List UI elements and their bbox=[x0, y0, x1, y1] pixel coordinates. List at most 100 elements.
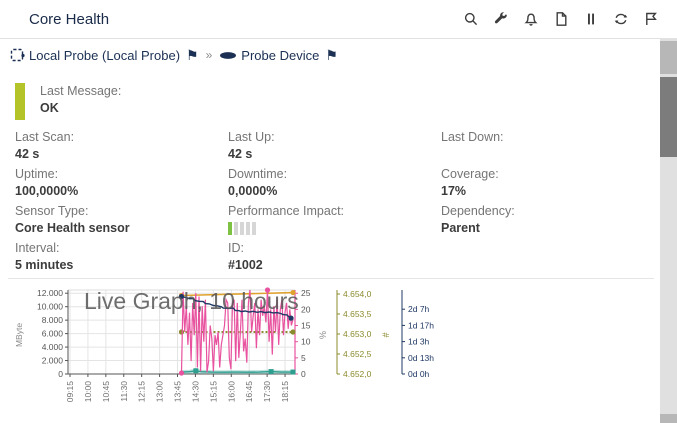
svg-text:8.000: 8.000 bbox=[42, 315, 64, 325]
breadcrumb: Local Probe (Local Probe) ⚑ » Probe Devi… bbox=[10, 45, 338, 65]
field-label: ID: bbox=[228, 240, 441, 257]
field-label: Last Down: bbox=[441, 129, 655, 146]
field-label: Uptime: bbox=[15, 166, 228, 183]
pause-icon[interactable] bbox=[582, 11, 599, 28]
performance-impact-bars bbox=[228, 222, 441, 235]
field-value: 5 minutes bbox=[15, 257, 228, 274]
svg-text:MByte: MByte bbox=[14, 323, 24, 347]
field-downtime: Downtime: 0,0000% bbox=[228, 166, 441, 203]
scrollbar-track[interactable] bbox=[660, 39, 677, 423]
wrench-icon[interactable] bbox=[492, 11, 509, 28]
section-divider bbox=[8, 278, 654, 279]
live-graph[interactable]: 09:15 10:00 10:45 11:30 12:15 13:00 13:45 14:30… bbox=[0, 283, 460, 423]
scrollbar-up-button[interactable] bbox=[660, 41, 677, 74]
svg-text:4.000: 4.000 bbox=[42, 342, 64, 352]
field-value: 42 s bbox=[228, 146, 441, 163]
svg-text:12:15: 12:15 bbox=[137, 381, 147, 403]
svg-text:20: 20 bbox=[301, 304, 311, 314]
probe-icon bbox=[10, 48, 25, 63]
svg-text:13:00: 13:00 bbox=[155, 381, 165, 403]
field-last-down: Last Down: bbox=[441, 129, 655, 166]
field-label: Interval: bbox=[15, 240, 228, 257]
field-label: Performance Impact: bbox=[228, 203, 441, 220]
breadcrumb-device[interactable]: Probe Device ⚑ bbox=[219, 47, 338, 64]
svg-text:11:30: 11:30 bbox=[119, 381, 129, 402]
breadcrumb-device-label: Probe Device bbox=[241, 48, 319, 63]
svg-text:10: 10 bbox=[301, 337, 311, 347]
svg-text:10.000: 10.000 bbox=[37, 302, 63, 312]
field-value: 17% bbox=[441, 183, 655, 200]
field-label: Last Scan: bbox=[15, 129, 228, 146]
flag-icon[interactable] bbox=[642, 11, 659, 28]
status-color-bar bbox=[15, 83, 25, 120]
scrollbar-down-button[interactable] bbox=[660, 414, 677, 423]
svg-text:16:00: 16:00 bbox=[226, 381, 236, 403]
toolbar bbox=[462, 0, 659, 38]
field-value: 100,0000% bbox=[15, 183, 228, 200]
field-value: Parent bbox=[441, 220, 655, 237]
svg-text:13:45: 13:45 bbox=[173, 381, 183, 403]
field-value: 0,0000% bbox=[228, 183, 441, 200]
breadcrumb-probe[interactable]: Local Probe (Local Probe) ⚑ bbox=[10, 47, 199, 64]
breadcrumb-separator: » bbox=[206, 48, 213, 62]
svg-text:2.000: 2.000 bbox=[42, 356, 64, 366]
field-interval: Interval: 5 minutes bbox=[15, 240, 228, 277]
page-title: Core Health bbox=[29, 11, 109, 28]
field-empty bbox=[441, 240, 655, 277]
scrollbar-thumb[interactable] bbox=[660, 77, 677, 157]
svg-text:6.000: 6.000 bbox=[42, 329, 64, 339]
svg-text:1d 3h: 1d 3h bbox=[408, 337, 430, 347]
field-label: Dependency: bbox=[441, 203, 655, 220]
breadcrumb-probe-label: Local Probe (Local Probe) bbox=[29, 48, 180, 63]
svg-text:0: 0 bbox=[301, 369, 306, 379]
field-uptime: Uptime: 100,0000% bbox=[15, 166, 228, 203]
field-value: #1002 bbox=[228, 257, 441, 274]
svg-text:25: 25 bbox=[301, 288, 311, 298]
field-last-scan: Last Scan: 42 s bbox=[15, 129, 228, 166]
refresh-icon[interactable] bbox=[612, 11, 629, 28]
svg-text:15:15: 15:15 bbox=[208, 381, 218, 403]
field-value: Core Health sensor bbox=[15, 220, 228, 237]
svg-text:4.652,0: 4.652,0 bbox=[343, 369, 372, 379]
status-label: Last Message: bbox=[40, 83, 121, 100]
svg-text:4.653,0: 4.653,0 bbox=[343, 329, 372, 339]
info-grid: Last Scan: 42 s Last Up: 42 s Last Down:… bbox=[15, 129, 655, 277]
svg-text:16:45: 16:45 bbox=[244, 381, 254, 403]
status-block: Last Message: OK bbox=[15, 83, 121, 120]
live-graph-canvas: 09:15 10:00 10:45 11:30 12:15 13:00 13:45 14:30… bbox=[0, 283, 460, 423]
field-id: ID: #1002 bbox=[228, 240, 441, 277]
field-label: Coverage: bbox=[441, 166, 655, 183]
svg-text:09:15: 09:15 bbox=[65, 381, 75, 403]
flag-badge-icon: ⚑ bbox=[325, 47, 338, 64]
field-performance-impact: Performance Impact: bbox=[228, 203, 441, 240]
svg-text:0d 0h: 0d 0h bbox=[408, 369, 430, 379]
field-value: 42 s bbox=[15, 146, 228, 163]
bell-icon[interactable] bbox=[522, 11, 539, 28]
svg-text:1d 17h: 1d 17h bbox=[408, 320, 434, 330]
svg-text:12.000: 12.000 bbox=[37, 288, 63, 298]
field-label: Downtime: bbox=[228, 166, 441, 183]
svg-text:2d 7h: 2d 7h bbox=[408, 304, 430, 314]
flag-badge-icon: ⚑ bbox=[186, 47, 199, 64]
field-dependency: Dependency: Parent bbox=[441, 203, 655, 240]
svg-text:%: % bbox=[318, 331, 328, 339]
svg-text:10:45: 10:45 bbox=[101, 381, 111, 403]
svg-text:4.654,0: 4.654,0 bbox=[343, 289, 372, 299]
field-last-up: Last Up: 42 s bbox=[228, 129, 441, 166]
svg-text:15: 15 bbox=[301, 321, 311, 331]
svg-text:0d 13h: 0d 13h bbox=[408, 353, 434, 363]
svg-text:0: 0 bbox=[58, 369, 63, 379]
svg-text:17:30: 17:30 bbox=[262, 381, 272, 403]
field-coverage: Coverage: 17% bbox=[441, 166, 655, 203]
field-label: Last Up: bbox=[228, 129, 441, 146]
search-icon[interactable] bbox=[462, 11, 479, 28]
svg-text:18:15: 18:15 bbox=[280, 381, 290, 403]
field-value bbox=[441, 146, 655, 163]
document-icon[interactable] bbox=[552, 11, 569, 28]
svg-text:10:00: 10:00 bbox=[83, 381, 93, 403]
header: Core Health bbox=[0, 0, 677, 39]
svg-text:4.653,5: 4.653,5 bbox=[343, 309, 372, 319]
field-value bbox=[441, 240, 655, 257]
svg-text:#: # bbox=[381, 332, 391, 337]
svg-text:14:30: 14:30 bbox=[190, 381, 200, 403]
